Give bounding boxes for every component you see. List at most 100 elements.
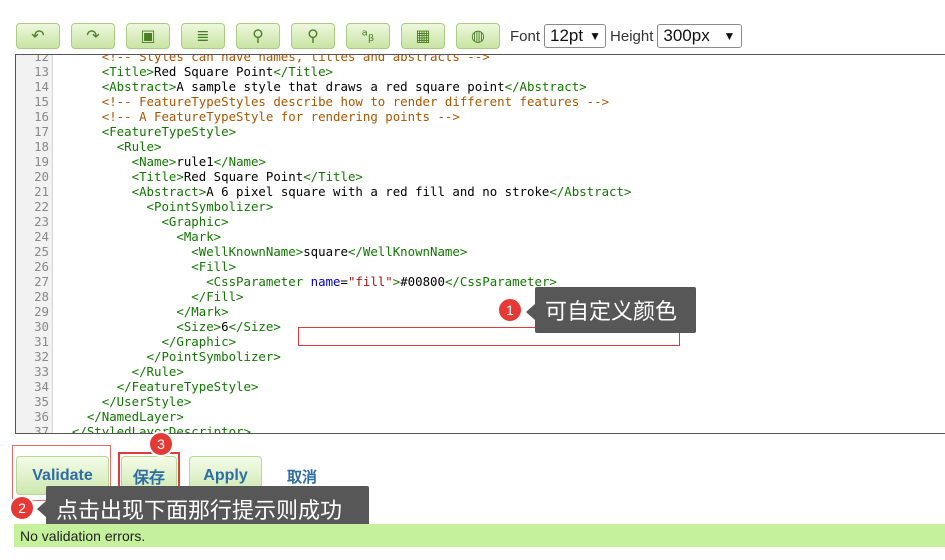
code-text: </NamedLayer> bbox=[86, 409, 184, 424]
picture-frame-icon: ▦ bbox=[415, 26, 431, 45]
line-number: 24 bbox=[34, 229, 49, 244]
code-text: <Size>6</Size> bbox=[176, 319, 281, 334]
code-text: <CssParameter name="fill">#00800</CssPar… bbox=[206, 274, 557, 289]
code-text: </UserStyle> bbox=[101, 394, 192, 409]
callout-badge-3: 3 bbox=[148, 431, 174, 457]
color-palette-button[interactable]: ◍ bbox=[456, 23, 500, 49]
line-number: 28 bbox=[34, 289, 49, 304]
callout-arrow-2 bbox=[37, 501, 46, 517]
line-number: 27 bbox=[34, 274, 49, 289]
callout-tooltip-1: 可自定义颜色 bbox=[535, 287, 696, 333]
line-number: 30 bbox=[34, 319, 49, 334]
code-line[interactable]: 17 <FeatureTypeStyle> bbox=[16, 124, 945, 139]
code-text: </FeatureTypeStyle> bbox=[116, 379, 259, 394]
line-number: 15 bbox=[34, 94, 49, 109]
line-number: 26 bbox=[34, 259, 49, 274]
validation-status-text: No validation errors. bbox=[20, 527, 146, 544]
code-editor[interactable]: 12 <!-- Styles can have names, titles an… bbox=[15, 54, 945, 434]
image-insert-icon: ▣ bbox=[140, 26, 156, 45]
redo-arrow-icon: ↷ bbox=[86, 26, 100, 45]
chevron-down-icon: ▼ bbox=[589, 29, 601, 43]
line-number: 18 bbox=[34, 139, 49, 154]
validation-status-bar: No validation errors. bbox=[14, 524, 945, 547]
code-text: <!-- A FeatureTypeStyle for rendering po… bbox=[101, 109, 460, 124]
code-line[interactable]: 20 <Title>Red Square Point</Title> bbox=[16, 169, 945, 184]
chevron-down-icon: ▼ bbox=[723, 29, 736, 43]
code-line[interactable]: 34 </FeatureTypeStyle> bbox=[16, 379, 945, 394]
line-number: 37 bbox=[34, 424, 49, 434]
code-line[interactable]: 12 <!-- Styles can have names, titles an… bbox=[16, 54, 945, 64]
code-text: </Fill> bbox=[191, 289, 244, 304]
code-text: </Rule> bbox=[131, 364, 184, 379]
picture-button[interactable]: ▦ bbox=[401, 23, 445, 49]
code-text: <!-- FeatureTypeStyles describe how to r… bbox=[101, 94, 610, 109]
code-line[interactable]: 26 <Fill> bbox=[16, 259, 945, 274]
code-line[interactable]: 22 <PointSymbolizer> bbox=[16, 199, 945, 214]
line-number: 13 bbox=[34, 64, 49, 79]
code-line[interactable]: 28 </Fill> bbox=[16, 289, 945, 304]
code-line[interactable]: 25 <WellKnownName>square</WellKnownName> bbox=[16, 244, 945, 259]
code-line[interactable]: 13 <Title>Red Square Point</Title> bbox=[16, 64, 945, 79]
line-number: 29 bbox=[34, 304, 49, 319]
code-line[interactable]: 16 <!-- A FeatureTypeStyle for rendering… bbox=[16, 109, 945, 124]
code-line[interactable]: 32 </PointSymbolizer> bbox=[16, 349, 945, 364]
binoculars-replace-icon: ⚲ bbox=[307, 26, 319, 45]
code-line[interactable]: 27 <CssParameter name="fill">#00800</Css… bbox=[16, 274, 945, 289]
line-number: 14 bbox=[34, 79, 49, 94]
code-line[interactable]: 35 </UserStyle> bbox=[16, 394, 945, 409]
code-line[interactable]: 36 </NamedLayer> bbox=[16, 409, 945, 424]
line-number: 17 bbox=[34, 124, 49, 139]
code-line[interactable]: 33 </Rule> bbox=[16, 364, 945, 379]
code-text: <Rule> bbox=[116, 139, 162, 154]
binoculars-icon: ⚲ bbox=[252, 26, 264, 45]
code-text: </Graphic> bbox=[161, 334, 237, 349]
line-number: 32 bbox=[34, 349, 49, 364]
replace-button[interactable]: ⚲ bbox=[291, 23, 335, 49]
redo-button[interactable]: ↷ bbox=[71, 23, 115, 49]
code-text: <PointSymbolizer> bbox=[146, 199, 274, 214]
character-map-button[interactable]: ᵃᵦ bbox=[346, 23, 390, 49]
cancel-link[interactable]: 取消 bbox=[287, 466, 317, 487]
line-number: 33 bbox=[34, 364, 49, 379]
code-text: <Abstract>A 6 pixel square with a red fi… bbox=[131, 184, 632, 199]
code-text: <Fill> bbox=[191, 259, 237, 274]
insert-image-button[interactable]: ▣ bbox=[126, 23, 170, 49]
code-line[interactable]: 19 <Name>rule1</Name> bbox=[16, 154, 945, 169]
code-text: <Graphic> bbox=[161, 214, 229, 229]
line-number: 22 bbox=[34, 199, 49, 214]
font-size-select[interactable]: 12pt ▼ bbox=[544, 24, 607, 48]
code-line[interactable]: 21 <Abstract>A 6 pixel square with a red… bbox=[16, 184, 945, 199]
code-text: <WellKnownName>square</WellKnownName> bbox=[191, 244, 468, 259]
character-ab-icon: ᵃᵦ bbox=[361, 26, 375, 45]
undo-button[interactable]: ↶ bbox=[16, 23, 60, 49]
code-text: <Mark> bbox=[176, 229, 222, 244]
line-number: 35 bbox=[34, 394, 49, 409]
code-line[interactable]: 24 <Mark> bbox=[16, 229, 945, 244]
line-number: 21 bbox=[34, 184, 49, 199]
code-line[interactable]: 18 <Rule> bbox=[16, 139, 945, 154]
height-select[interactable]: 300px ▼ bbox=[657, 24, 743, 48]
code-text: </Mark> bbox=[176, 304, 229, 319]
callout-arrow-1 bbox=[526, 304, 535, 320]
code-line[interactable]: 23 <Graphic> bbox=[16, 214, 945, 229]
format-indent-button[interactable]: ≣ bbox=[181, 23, 225, 49]
palette-icon: ◍ bbox=[471, 26, 485, 45]
callout-badge-2: 2 bbox=[9, 495, 35, 521]
indent-lines-icon: ≣ bbox=[196, 26, 210, 45]
code-text: <Name>rule1</Name> bbox=[131, 154, 266, 169]
line-number: 16 bbox=[34, 109, 49, 124]
line-number: 36 bbox=[34, 409, 49, 424]
code-lines[interactable]: 12 <!-- Styles can have names, titles an… bbox=[16, 54, 945, 434]
callout-badge-1: 1 bbox=[497, 297, 523, 323]
code-text: <!-- Styles can have names, titles and a… bbox=[101, 54, 490, 64]
find-button[interactable]: ⚲ bbox=[236, 23, 280, 49]
code-line[interactable]: 15 <!-- FeatureTypeStyles describe how t… bbox=[16, 94, 945, 109]
line-number: 23 bbox=[34, 214, 49, 229]
code-text: </PointSymbolizer> bbox=[146, 349, 281, 364]
height-label: Height bbox=[610, 27, 654, 45]
code-text: <Abstract>A sample style that draws a re… bbox=[101, 79, 587, 94]
line-number: 34 bbox=[34, 379, 49, 394]
code-line[interactable]: 14 <Abstract>A sample style that draws a… bbox=[16, 79, 945, 94]
code-line[interactable]: 29 </Mark> bbox=[16, 304, 945, 319]
line-number: 19 bbox=[34, 154, 49, 169]
